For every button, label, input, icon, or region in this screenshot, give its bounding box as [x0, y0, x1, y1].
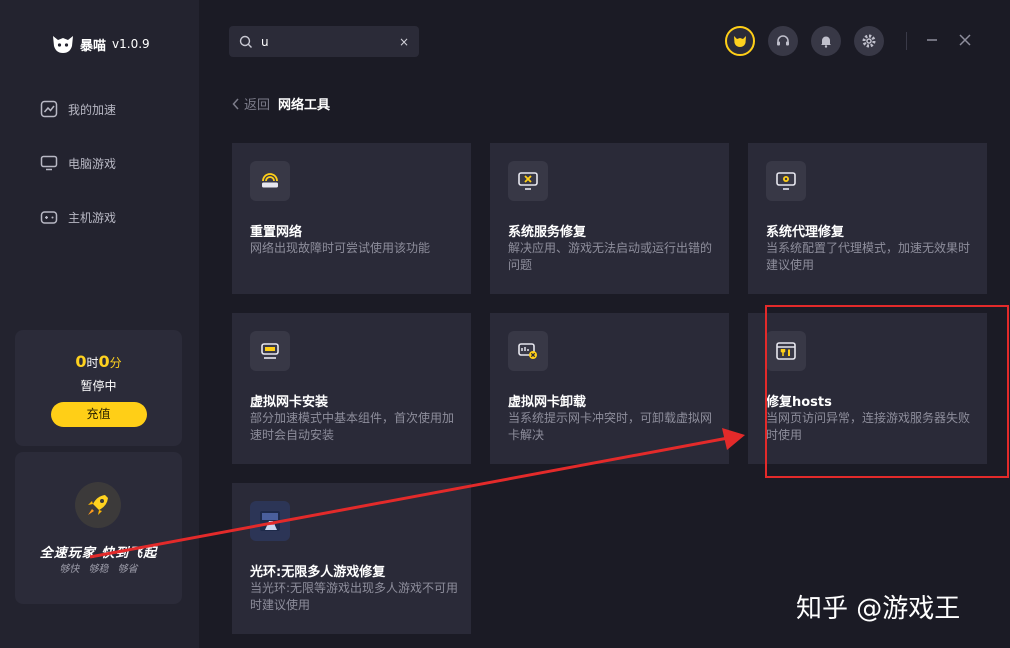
chart-icon	[40, 100, 58, 118]
card-description: 当系统配置了代理模式，加速无效果时建议使用	[766, 241, 971, 272]
promo-title: 全速玩家 快到飞起	[39, 546, 158, 561]
status-text: 暂停中	[80, 379, 117, 393]
browser-tools-icon	[776, 342, 796, 360]
sidebar-item-pc-games[interactable]: 电脑游戏	[40, 154, 116, 172]
card-icon-wrap	[508, 161, 548, 201]
tool-card-halo-infinite-repair[interactable]: 光环:无限多人游戏修复 当光环:无限等游戏出现多人游戏不可用时建议使用	[232, 483, 471, 634]
hours-unit: 时	[86, 356, 99, 370]
header-actions	[725, 26, 884, 56]
promo-subtitle: 够快 够稳 够省	[59, 564, 138, 575]
hours-value: 0	[75, 352, 87, 371]
gear-icon	[862, 34, 876, 48]
remaining-time: 0时0分	[15, 352, 182, 371]
card-icon-wrap	[508, 331, 548, 371]
support-button[interactable]	[768, 26, 798, 56]
search-icon	[239, 35, 252, 48]
bell-icon	[821, 36, 831, 48]
tool-card-repair-hosts[interactable]: 修复hosts 当网页访问异常，连接游戏服务器失败时使用	[748, 313, 987, 464]
minimize-icon[interactable]	[922, 30, 942, 50]
tool-card-reset-network[interactable]: 重置网络 网络出现故障时可尝试使用该功能	[232, 143, 471, 294]
settings-button[interactable]	[854, 26, 884, 56]
chevron-left-icon	[232, 97, 239, 110]
card-title: 光环:无限多人游戏修复	[250, 565, 386, 580]
card-description: 解决应用、游戏无法启动或运行出错的问题	[508, 241, 713, 272]
search-box[interactable]: ×	[229, 26, 419, 57]
card-description: 当光环:无限等游戏出现多人游戏不可用时建议使用	[250, 581, 459, 612]
breadcrumb: 返回 网络工具	[232, 94, 330, 113]
sidebar-item-label: 主机游戏	[68, 210, 117, 225]
card-title: 重置网络	[250, 225, 303, 240]
monitor-icon	[40, 155, 58, 171]
card-icon-wrap	[766, 161, 806, 201]
minutes-value: 0	[98, 352, 110, 371]
promo-card[interactable]: 全速玩家 快到飞起 够快 够稳 够省	[15, 452, 182, 604]
sidebar-item-my-boost[interactable]: 我的加速	[40, 100, 116, 118]
sidebar-item-label: 我的加速	[68, 102, 117, 117]
back-button[interactable]: 返回	[232, 94, 270, 113]
tool-card-system-service-repair[interactable]: 系统服务修复 解决应用、游戏无法启动或运行出错的问题	[490, 143, 729, 294]
monitor-tools-icon	[518, 172, 538, 190]
card-icon-wrap	[250, 331, 290, 371]
page-title: 网络工具	[278, 98, 331, 113]
sidebar-item-label: 电脑游戏	[68, 156, 117, 171]
tool-card-system-proxy-repair[interactable]: 系统代理修复 当系统配置了代理模式，加速无效果时建议使用	[748, 143, 987, 294]
header-divider	[906, 32, 907, 50]
tool-card-uninstall-virtual-nic[interactable]: 虚拟网卡卸载 当系统提示网卡冲突时，可卸载虚拟网卡解决	[490, 313, 729, 464]
card-description: 网络出现故障时可尝试使用该功能	[250, 241, 431, 255]
headset-icon	[777, 35, 789, 46]
tool-card-install-virtual-nic[interactable]: 虚拟网卡安装 部分加速模式中基本组件，首次使用加速时会自动安装	[232, 313, 471, 464]
close-icon[interactable]	[955, 30, 975, 50]
search-input[interactable]	[261, 34, 381, 49]
gamepad-icon	[40, 211, 58, 224]
app-name: 暴喵	[80, 38, 107, 54]
clear-search-button[interactable]: ×	[399, 35, 409, 49]
rocket-badge	[75, 482, 121, 528]
user-avatar[interactable]	[725, 26, 755, 56]
time-card: 0时0分 暂停中 充值	[15, 330, 182, 446]
router-icon	[262, 173, 278, 188]
card-title: 虚拟网卡卸载	[508, 395, 587, 410]
card-icon-wrap	[250, 501, 290, 541]
card-description: 部分加速模式中基本组件，首次使用加速时会自动安装	[250, 411, 455, 442]
notification-button[interactable]	[811, 26, 841, 56]
watermark: 知乎 @游戏王	[796, 594, 961, 624]
card-description: 当系统提示网卡冲突时，可卸载虚拟网卡解决	[508, 411, 713, 442]
card-title: 系统代理修复	[766, 225, 845, 240]
minutes-unit: 分	[109, 356, 122, 370]
app-version: v1.0.9	[112, 37, 150, 51]
cat-logo-icon	[53, 36, 73, 53]
card-title: 系统服务修复	[508, 225, 587, 240]
cat-avatar-icon	[734, 36, 746, 47]
sidebar: 暴喵 v1.0.9 我的加速 电脑游戏 主机游戏 0时0分 暂停中 充值 全速玩…	[0, 0, 199, 648]
card-description: 当网页访问异常，连接游戏服务器失败时使用	[766, 411, 971, 442]
recharge-button[interactable]: 充值	[50, 402, 147, 427]
halo-game-icon	[260, 511, 280, 531]
app-logo: 暴喵 v1.0.9	[50, 32, 150, 56]
sidebar-item-console-games[interactable]: 主机游戏	[40, 208, 116, 226]
rocket-icon	[88, 495, 108, 515]
card-title: 虚拟网卡安装	[250, 395, 329, 410]
network-card-icon	[261, 343, 279, 359]
card-icon-wrap	[766, 331, 806, 371]
card-icon-wrap	[250, 161, 290, 201]
network-card-remove-icon	[518, 343, 537, 359]
card-title: 修复hosts	[766, 395, 832, 410]
monitor-gear-icon	[776, 172, 796, 190]
back-label: 返回	[244, 98, 271, 113]
